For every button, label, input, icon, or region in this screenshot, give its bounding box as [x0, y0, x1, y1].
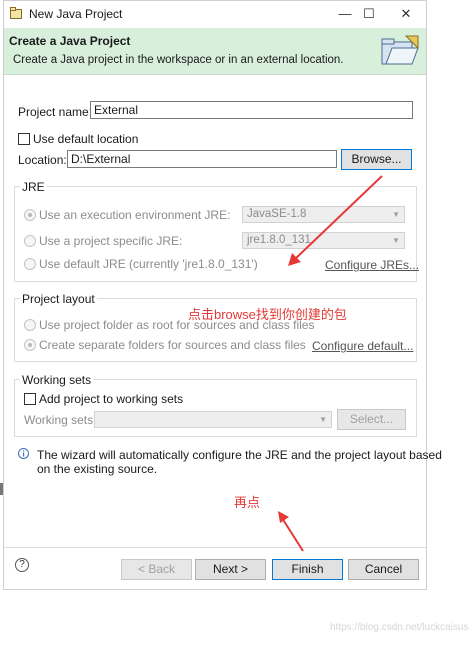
working-sets-label: Working sets:: [24, 413, 97, 427]
working-sets-select[interactable]: ▼: [94, 411, 332, 428]
wizard-description: Create a Java project in the workspace o…: [13, 54, 344, 66]
back-button[interactable]: < Back: [121, 559, 192, 580]
info-icon: [18, 448, 29, 459]
info-text-line1: The wizard will automatically configure …: [37, 448, 442, 462]
jre-specific-label: Use a project specific JRE:: [39, 234, 183, 248]
jre-default-radio[interactable]: [24, 258, 36, 270]
add-to-working-sets-checkbox[interactable]: [24, 393, 36, 405]
project-name-input[interactable]: [90, 101, 413, 119]
jre-env-select[interactable]: JavaSE-1.8 ▼: [242, 206, 405, 223]
chevron-down-icon: ▼: [392, 210, 400, 219]
annotation-browse-note: 点击browse找到你创建的包: [188, 307, 347, 322]
next-button[interactable]: Next >: [195, 559, 266, 580]
annotation-finish-note: 再点: [234, 495, 261, 510]
add-to-working-sets-label: Add project to working sets: [39, 392, 184, 406]
close-button[interactable]: ✕: [392, 4, 420, 24]
location-label: Location:: [18, 153, 67, 167]
footer-separator: [4, 547, 426, 548]
jre-specific-select[interactable]: jre1.8.0_131 ▼: [242, 232, 405, 249]
chevron-down-icon: ▼: [392, 236, 400, 245]
new-project-folder-icon: [381, 35, 419, 65]
configure-default-link[interactable]: Configure default...: [312, 339, 413, 353]
cancel-button[interactable]: Cancel: [348, 559, 419, 580]
finish-button[interactable]: Finish: [272, 559, 343, 580]
use-default-location-checkbox[interactable]: [18, 133, 30, 145]
background-window-edge: [0, 483, 3, 495]
maximize-button[interactable]: ☐: [355, 4, 383, 24]
help-icon[interactable]: ?: [15, 558, 29, 572]
jre-specific-value: jre1.8.0_131: [247, 234, 311, 246]
select-working-sets-button[interactable]: Select...: [337, 409, 406, 430]
wizard-banner: Create a Java Project Create a Java proj…: [4, 28, 426, 75]
layout-separate-radio[interactable]: [24, 339, 36, 351]
location-input[interactable]: [67, 150, 337, 168]
use-default-location-label: Use default location: [33, 132, 139, 146]
watermark-text: https://blog.csdn.net/luckcaisus: [330, 622, 469, 633]
jre-group-title: JRE: [20, 180, 47, 194]
jre-specific-radio[interactable]: [24, 235, 36, 247]
new-java-project-dialog: New Java Project — ☐ ✕ Create a Java Pro…: [3, 0, 442, 590]
jre-env-label: Use an execution environment JRE:: [39, 208, 231, 222]
jre-env-radio[interactable]: [24, 209, 36, 221]
layout-separate-label: Create separate folders for sources and …: [39, 338, 306, 352]
info-text-line2: on the existing source.: [37, 462, 158, 476]
wizard-heading: Create a Java Project: [9, 34, 131, 48]
eclipse-app-icon: [10, 7, 22, 19]
jre-env-value: JavaSE-1.8: [247, 208, 307, 220]
browse-button[interactable]: Browse...: [341, 149, 412, 170]
jre-default-label: Use default JRE (currently 'jre1.8.0_131…: [39, 257, 258, 271]
project-layout-group-title: Project layout: [20, 292, 97, 306]
layout-root-radio[interactable]: [24, 319, 36, 331]
chevron-down-icon: ▼: [319, 415, 327, 424]
configure-jres-link[interactable]: Configure JREs...: [325, 258, 419, 272]
title-bar: New Java Project — ☐ ✕: [4, 1, 426, 27]
working-sets-group-title: Working sets: [20, 373, 94, 387]
window-title: New Java Project: [29, 7, 123, 21]
project-name-label: Project name:: [18, 105, 93, 119]
